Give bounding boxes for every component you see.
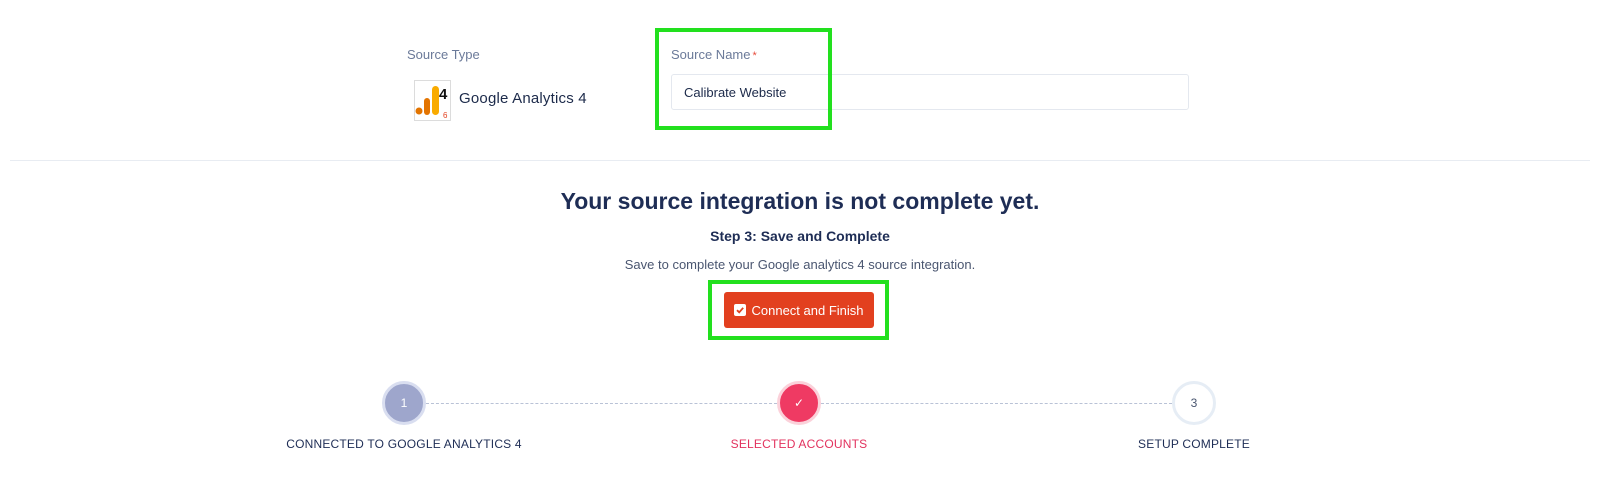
connect-and-finish-label: Connect and Finish (751, 302, 864, 318)
step-3-circle: 3 (1172, 381, 1216, 425)
svg-text:4: 4 (439, 86, 448, 103)
step-connector-2-3 (821, 403, 1172, 404)
checkbox-checked-icon (734, 304, 747, 316)
step-description: Save to complete your Google analytics 4… (624, 257, 976, 272)
connect-and-finish-button[interactable]: Connect and Finish (724, 292, 874, 328)
highlight-box-source-name (655, 28, 832, 130)
integration-headline: Your source integration is not complete … (560, 188, 1040, 214)
step-1-label: CONNECTED TO GOOGLE ANALYTICS 4 (286, 437, 522, 451)
section-divider (10, 160, 1590, 161)
svg-text:6: 6 (443, 111, 448, 120)
source-type-value: Google Analytics 4 (459, 90, 587, 107)
step-2-check-icon: ✓ (777, 381, 821, 425)
step-3-label: SETUP COMPLETE (1138, 437, 1250, 451)
source-type-label: Source Type (407, 47, 480, 62)
step-connector-1-2 (426, 403, 777, 404)
step-1-circle: 1 (382, 381, 426, 425)
google-analytics-4-logo-icon: 4 6 (414, 80, 454, 124)
step-title: Step 3: Save and Complete (710, 228, 890, 244)
step-2-label: SELECTED ACCOUNTS (730, 437, 868, 451)
